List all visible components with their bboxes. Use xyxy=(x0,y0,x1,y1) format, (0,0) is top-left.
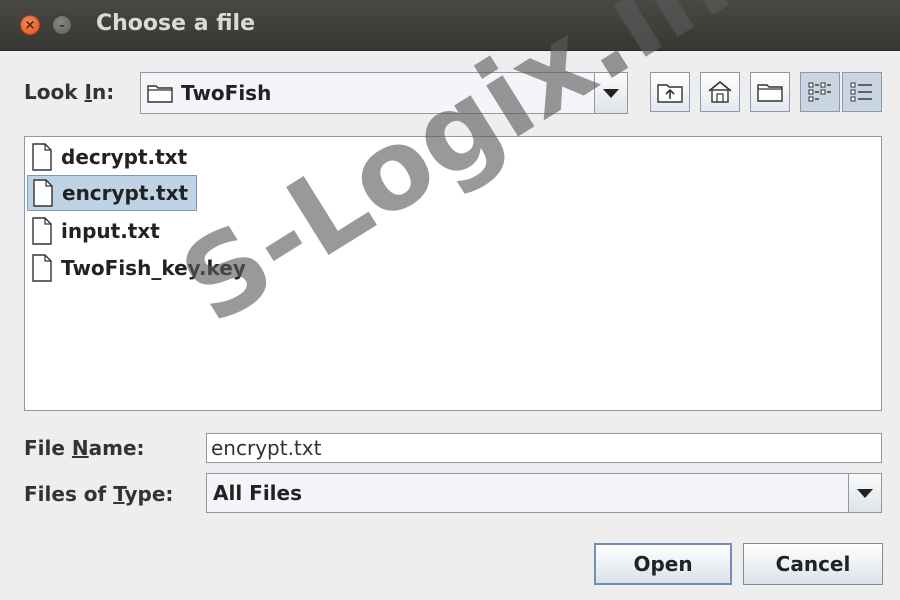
file-type-dropdown-button[interactable] xyxy=(848,474,881,512)
minimize-icon: – xyxy=(59,18,65,32)
file-item-input[interactable]: input.txt xyxy=(27,213,168,249)
folder-up-icon xyxy=(657,84,683,103)
file-name-label: TwoFish_key.key xyxy=(61,256,246,280)
title-bar: × – Choose a file xyxy=(0,0,900,51)
list-view-icon xyxy=(808,82,831,102)
file-type-value: All Files xyxy=(213,481,302,505)
home-icon xyxy=(708,80,732,103)
cancel-button[interactable]: Cancel xyxy=(743,543,883,585)
look-in-label: Look In: xyxy=(24,80,115,104)
close-icon: × xyxy=(24,17,36,33)
file-list[interactable]: decrypt.txt encrypt.txt input.txt TwoFis… xyxy=(24,136,882,411)
file-type-label: Files of Type: xyxy=(24,482,174,506)
file-item-decrypt[interactable]: decrypt.txt xyxy=(27,139,195,175)
chevron-down-icon xyxy=(603,88,619,98)
details-view-icon xyxy=(850,82,872,102)
file-name-input[interactable] xyxy=(206,433,882,463)
chevron-down-icon xyxy=(857,488,873,498)
minimize-window-button[interactable]: – xyxy=(52,15,72,35)
file-icon xyxy=(32,254,52,282)
file-name-label: input.txt xyxy=(61,219,160,243)
look-in-combo[interactable]: TwoFish xyxy=(140,72,628,114)
new-folder-button[interactable] xyxy=(750,72,790,112)
look-in-dropdown-button[interactable] xyxy=(594,73,627,113)
file-type-combo[interactable]: All Files xyxy=(206,473,882,513)
home-button[interactable] xyxy=(700,72,740,112)
look-in-value: TwoFish xyxy=(181,81,272,105)
file-item-encrypt[interactable]: encrypt.txt xyxy=(27,175,198,211)
file-name-label: File Name: xyxy=(24,436,145,460)
file-name-label: decrypt.txt xyxy=(61,145,188,169)
details-view-button[interactable] xyxy=(842,72,882,112)
new-folder-icon xyxy=(757,84,783,102)
up-one-level-button[interactable] xyxy=(650,72,690,112)
file-item-twofish-key[interactable]: TwoFish_key.key xyxy=(27,250,254,286)
file-icon xyxy=(32,143,52,171)
open-button[interactable]: Open xyxy=(594,543,732,585)
window-title: Choose a file xyxy=(96,11,255,36)
file-icon xyxy=(33,179,53,207)
list-view-button[interactable] xyxy=(800,72,840,112)
file-icon xyxy=(32,217,52,245)
file-name-label: encrypt.txt xyxy=(62,181,189,205)
close-window-button[interactable]: × xyxy=(20,15,40,35)
folder-icon xyxy=(147,85,173,103)
